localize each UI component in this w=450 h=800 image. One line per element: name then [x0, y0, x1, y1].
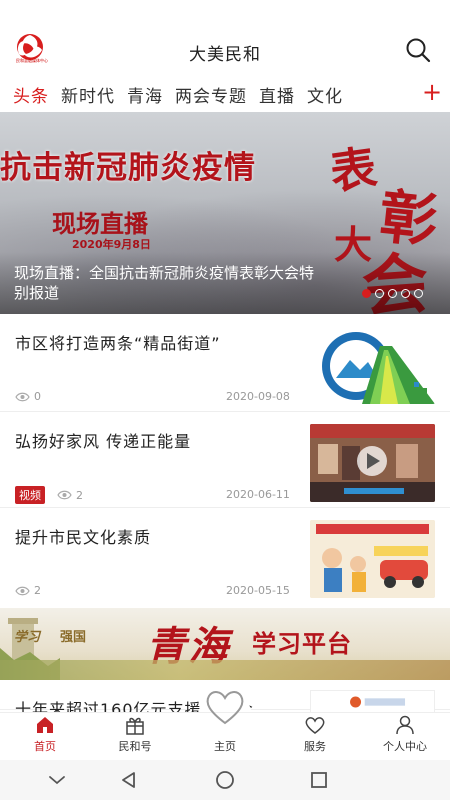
view-count: 0 — [34, 390, 41, 403]
tab-live[interactable]: 直播 — [253, 82, 301, 107]
carousel-dot[interactable] — [362, 289, 371, 298]
promo-title: 学习平台 — [252, 630, 352, 658]
gift-icon — [126, 717, 144, 735]
chevron-down-icon[interactable] — [46, 769, 68, 791]
nav-label: 服务 — [304, 740, 326, 753]
system-nav-bar — [0, 760, 450, 800]
nav-main[interactable]: 主页 — [180, 691, 270, 760]
promo-label: 强国 — [60, 630, 87, 645]
news-date: 2020-09-08 — [226, 390, 290, 403]
heart-icon — [305, 717, 325, 734]
news-title: 弘扬好家风 传递正能量 — [15, 432, 192, 451]
category-tabs: 头条 新时代 青海 两会专题 直播 文化 + — [0, 76, 450, 112]
news-meta: 视频 2 — [15, 486, 83, 504]
news-meta: 2 — [15, 584, 41, 597]
news-date: 2020-06-11 — [226, 488, 290, 501]
news-meta: 0 — [15, 390, 41, 403]
nav-home[interactable]: 首页 — [0, 713, 90, 760]
banner-calligraphy: 表 — [326, 140, 380, 200]
view-count: 2 — [34, 584, 41, 597]
promo-label: 学习 — [14, 630, 41, 645]
nav-minhe-account[interactable]: 民和号 — [90, 713, 180, 760]
news-title: 提升市民文化素质 — [15, 528, 152, 547]
bottom-nav: 首页 民和号 主页 服务 个人中心 — [0, 691, 450, 760]
carousel-dot[interactable] — [388, 289, 397, 298]
banner-live-label: 现场直播 — [52, 210, 148, 238]
nav-service[interactable]: 服务 — [270, 713, 360, 760]
home-button-icon[interactable] — [214, 769, 236, 791]
nav-profile[interactable]: 个人中心 — [360, 713, 450, 760]
tab-headline[interactable]: 头条 — [0, 82, 55, 107]
news-thumbnail — [310, 326, 435, 404]
promo-stripe — [0, 660, 450, 680]
news-date: 2020-05-15 — [226, 584, 290, 597]
nav-label: 民和号 — [118, 740, 152, 753]
nav-label: 主页 — [214, 740, 236, 753]
news-title: 市区将打造两条“精品街道” — [15, 334, 221, 353]
carousel-dot[interactable] — [414, 289, 423, 298]
news-thumbnail — [310, 690, 435, 714]
eye-icon — [15, 586, 30, 595]
banner-headline: 抗击新冠肺炎疫情 — [0, 150, 256, 186]
list-item[interactable]: 市区将打造两条“精品街道” 0 2020-09-08 — [0, 314, 450, 412]
view-count: 2 — [76, 488, 83, 502]
carousel-dot[interactable] — [375, 289, 384, 298]
nav-label: 个人中心 — [383, 740, 427, 753]
carousel-dots — [362, 289, 423, 298]
carousel-dot[interactable] — [401, 289, 410, 298]
add-tab-button[interactable]: + — [414, 76, 450, 112]
banner-carousel[interactable]: 抗击新冠肺炎疫情 表 彰 大 会 现场直播 2020年9月8日 现场直播：全国抗… — [0, 112, 450, 314]
back-icon[interactable] — [118, 769, 140, 791]
tab-two-sessions[interactable]: 两会专题 — [169, 82, 253, 107]
tab-qinghai[interactable]: 青海 — [121, 82, 169, 107]
list-item[interactable]: 弘扬好家风 传递正能量 视频 2 2020-06-11 — [0, 412, 450, 508]
video-tag: 视频 — [15, 486, 45, 504]
eye-icon — [15, 392, 30, 401]
tab-culture[interactable]: 文化 — [301, 82, 349, 107]
heart-center-icon — [206, 691, 244, 725]
eye-icon — [57, 490, 72, 500]
home-icon — [37, 717, 53, 733]
search-icon[interactable] — [404, 36, 432, 64]
promo-banner[interactable]: 学习 强国 青海 学习平台 — [0, 608, 450, 680]
person-icon — [396, 715, 414, 735]
recents-icon[interactable] — [308, 769, 330, 791]
video-thumbnail[interactable] — [310, 424, 435, 502]
banner-date: 2020年9月8日 — [72, 238, 151, 251]
news-thumbnail — [310, 520, 435, 598]
app-header: 民和县融媒体中心 大美民和 — [0, 0, 450, 76]
tab-new-era[interactable]: 新时代 — [55, 82, 121, 107]
nav-label: 首页 — [34, 740, 56, 753]
list-item[interactable]: 提升市民文化素质 2 2020-05-15 — [0, 508, 450, 608]
banner-caption: 现场直播：全国抗击新冠肺炎疫情表彰大会特别报道 — [14, 264, 315, 302]
app-title: 大美民和 — [189, 45, 261, 65]
